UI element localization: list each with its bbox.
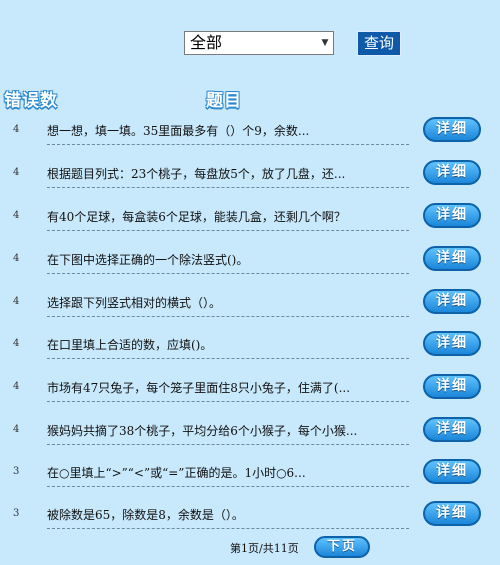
next-page-button[interactable]: 下页	[314, 536, 370, 558]
page-indicator: 第1页/共11页	[230, 542, 299, 555]
detail-button[interactable]: 详细	[423, 246, 481, 271]
question-row: 4 选择跟下列竖式相对的横式（）。 详细	[0, 283, 500, 325]
question-text: 市场有47只兔子，每个笼子里面住8只小兔子，住满了(...	[47, 381, 351, 395]
question-row: 4 有40个足球，每盒装6个足球，能装几盒，还剩几个啊？ 详细	[0, 197, 500, 239]
question-text: 在下图中选择正确的一个除法竖式()。	[47, 253, 249, 267]
error-count: 3	[13, 508, 20, 519]
question-row: 4 在口里填上合适的数，应填()。 详细	[0, 325, 500, 367]
detail-button[interactable]: 详细	[423, 374, 481, 399]
question-text: 在口里填上合适的数，应填()。	[47, 338, 213, 352]
detail-button[interactable]: 详细	[423, 160, 481, 185]
detail-button[interactable]: 详细	[423, 459, 481, 484]
question-text: 根据题目列式：23个桃子，每盘放5个，放了几盘，还...	[47, 167, 346, 181]
error-count: 4	[13, 253, 20, 264]
error-count: 4	[13, 167, 20, 178]
question-text: 选择跟下列竖式相对的横式（）。	[47, 296, 222, 310]
question-text: 猴妈妈共摘了38个桃子，平均分给6个小猴子，每个小猴...	[47, 424, 358, 438]
row-divider	[47, 358, 409, 359]
row-divider	[47, 230, 409, 231]
chevron-down-icon: ▼	[321, 38, 329, 48]
row-divider	[47, 144, 409, 145]
error-count: 4	[13, 338, 20, 349]
detail-button[interactable]: 详细	[423, 203, 481, 228]
row-divider	[47, 486, 409, 487]
error-count: 4	[13, 296, 20, 307]
question-text: 有40个足球，每盒装6个足球，能装几盒，还剩几个啊？	[47, 210, 346, 224]
detail-button[interactable]: 详细	[423, 501, 481, 526]
question-row: 4 市场有47只兔子，每个笼子里面住8只小兔子，住满了(... 详细	[0, 368, 500, 410]
question-text: 想一想，填一填。35里面最多有（）个9，余数...	[47, 124, 310, 138]
query-button[interactable]: 查询	[357, 31, 401, 56]
question-text: 在○里填上“>”“<”或“=”正确的是。1小时○6...	[47, 466, 306, 480]
error-count: 4	[13, 124, 20, 135]
header-error-count: 错误数	[4, 91, 58, 111]
question-row: 4 想一想，填一填。35里面最多有（）个9，余数... 详细	[0, 111, 500, 153]
row-divider	[47, 444, 409, 445]
question-row: 4 根据题目列式：23个桃子，每盘放5个，放了几盘，还... 详细	[0, 154, 500, 196]
detail-button[interactable]: 详细	[423, 331, 481, 356]
error-count: 4	[13, 210, 20, 221]
header-question: 题目	[206, 91, 242, 111]
row-divider	[47, 187, 409, 188]
detail-button[interactable]: 详细	[423, 289, 481, 314]
filter-select[interactable]: 全部 ▼	[184, 31, 334, 55]
question-row: 3 被除数是65，除数是8，余数是（）。 详细	[0, 495, 500, 537]
question-row: 4 在下图中选择正确的一个除法竖式()。 详细	[0, 240, 500, 282]
row-divider	[47, 273, 409, 274]
row-divider	[47, 401, 409, 402]
row-divider	[47, 528, 409, 529]
error-count: 4	[13, 381, 20, 392]
row-divider	[47, 316, 409, 317]
error-count: 4	[13, 424, 20, 435]
question-row: 4 猴妈妈共摘了38个桃子，平均分给6个小猴子，每个小猴... 详细	[0, 411, 500, 453]
error-count: 3	[13, 466, 20, 477]
question-text: 被除数是65，除数是8，余数是（）。	[47, 508, 244, 522]
detail-button[interactable]: 详细	[423, 417, 481, 442]
detail-button[interactable]: 详细	[423, 117, 481, 142]
question-row: 3 在○里填上“>”“<”或“=”正确的是。1小时○6... 详细	[0, 453, 500, 495]
filter-selected-value: 全部	[190, 33, 223, 52]
